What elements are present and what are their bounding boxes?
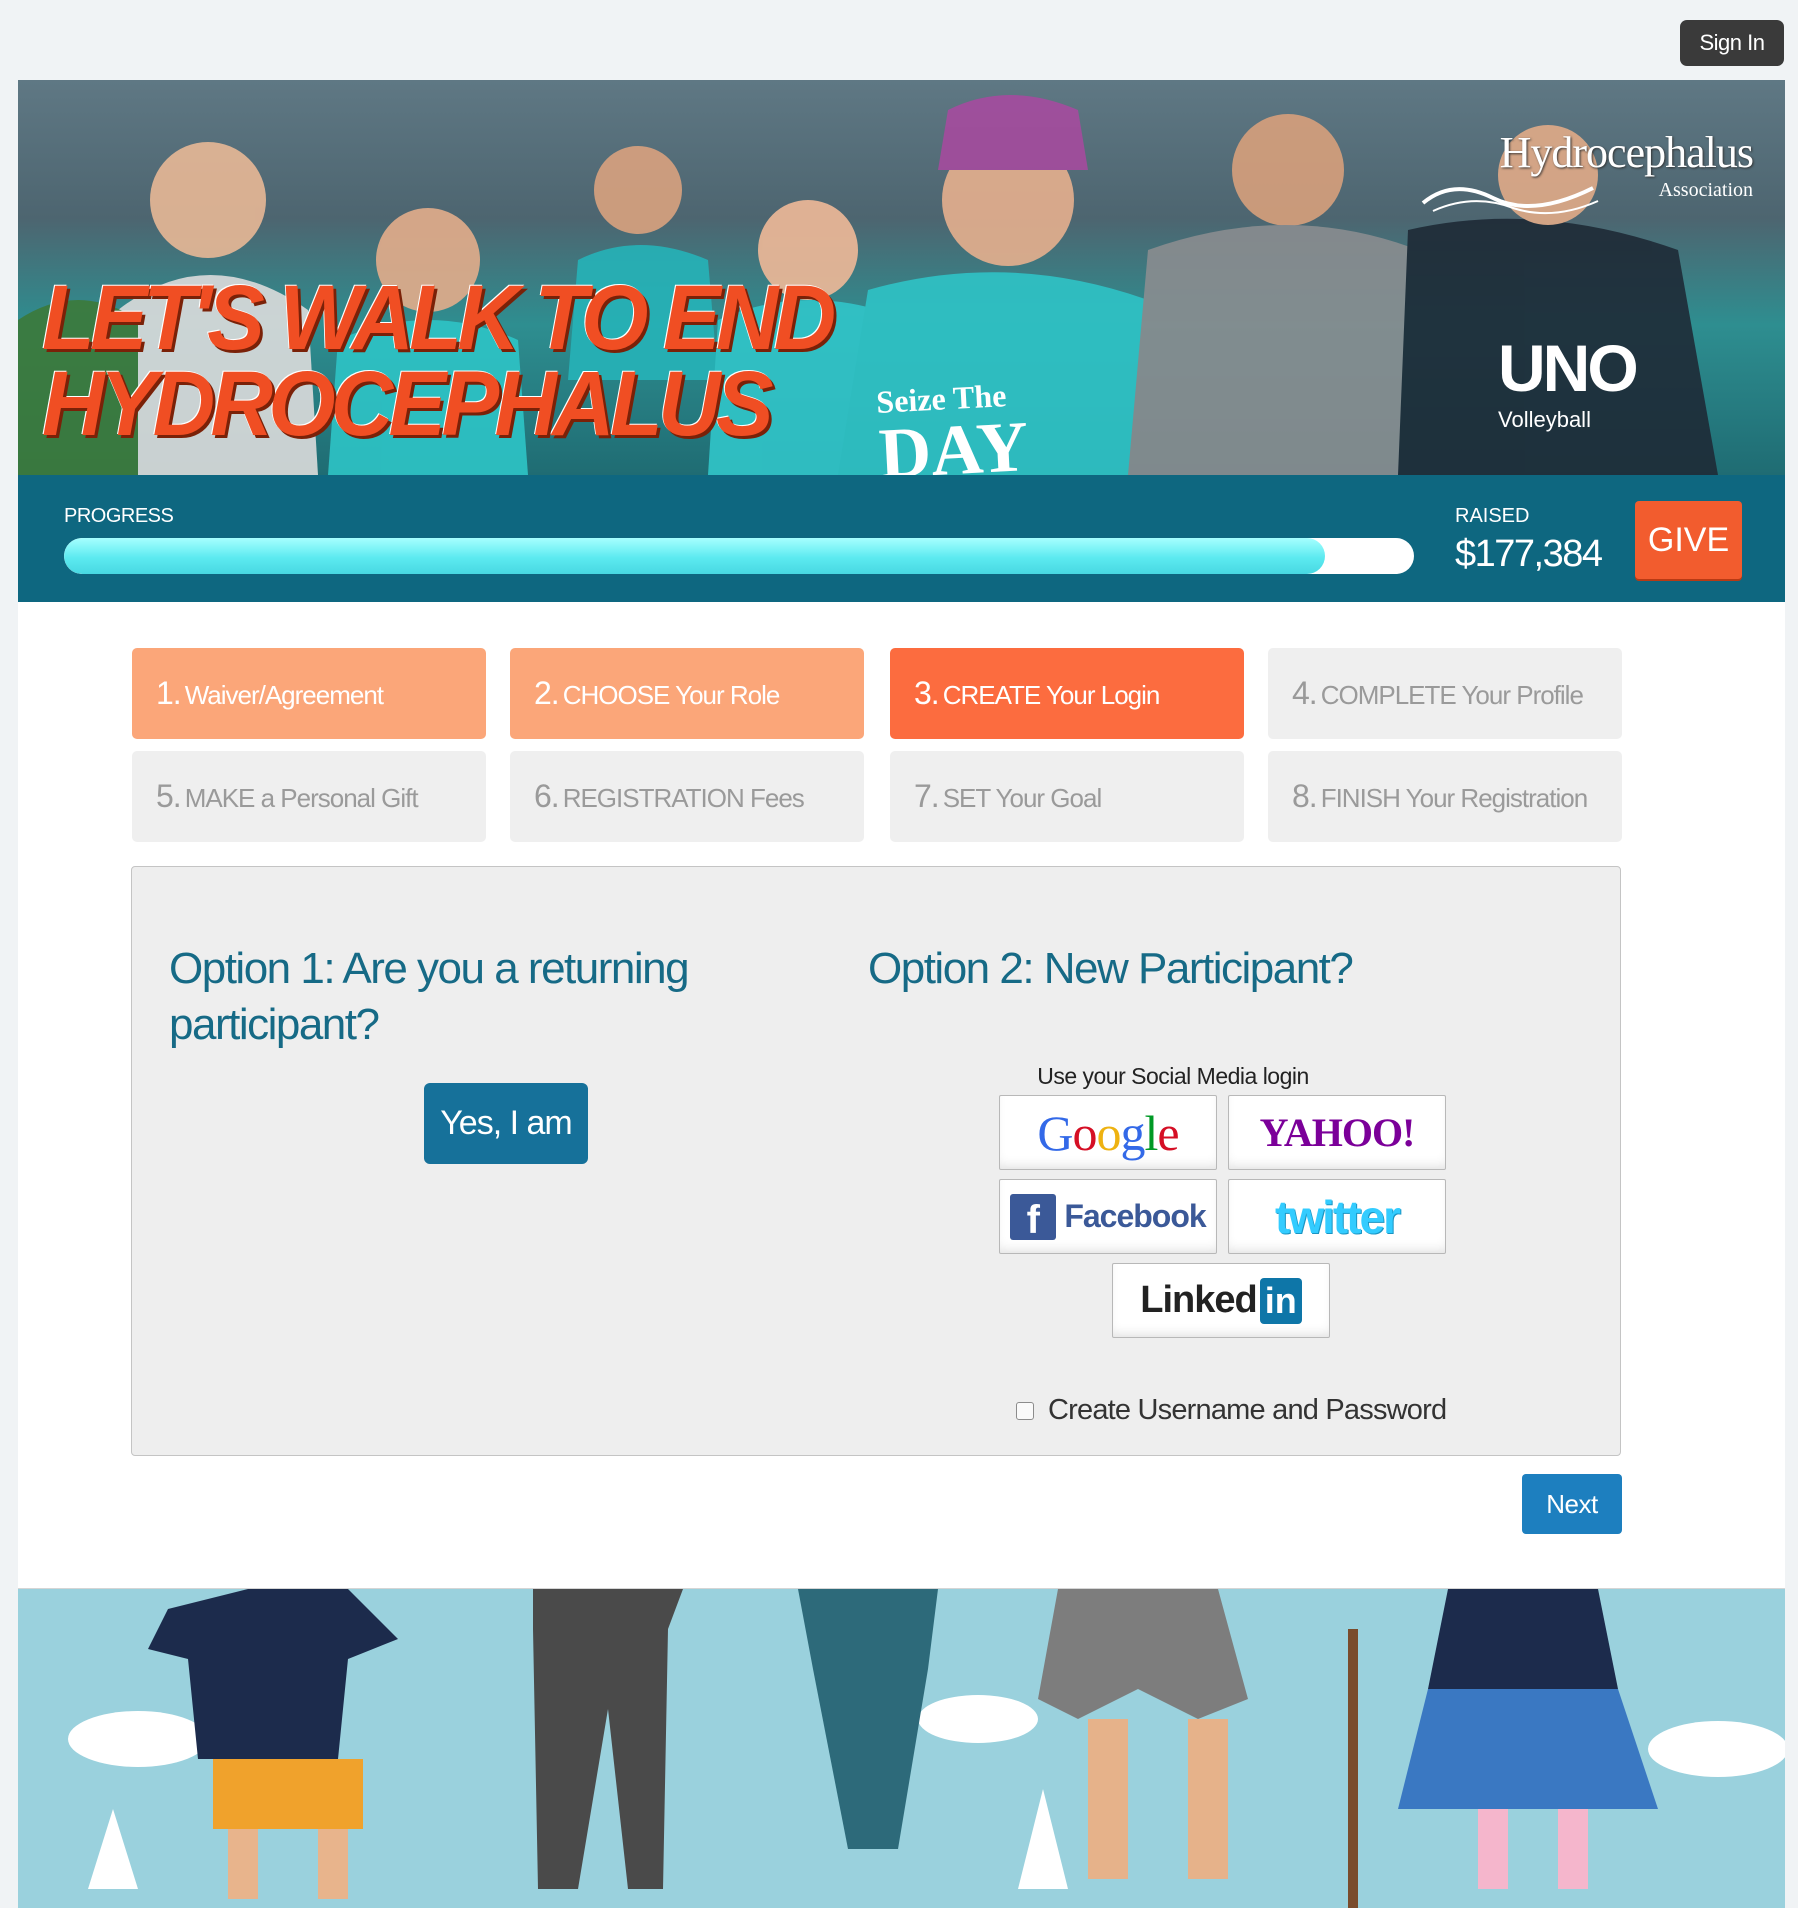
uno-shirt-text: UNO Volleyball xyxy=(1498,331,1639,433)
logo-swirl-icon xyxy=(1421,186,1599,215)
step-4: 4. COMPLETE Your Profile xyxy=(1268,648,1622,739)
illustration-svg xyxy=(68,1589,1785,1908)
step-number: 2. xyxy=(534,675,560,711)
progress-label: PROGRESS xyxy=(64,505,174,527)
step-6: 6. REGISTRATION Fees xyxy=(510,751,864,842)
linkedin-login-button[interactable]: Linked in xyxy=(1112,1263,1330,1338)
hero-headline-line1: LET'S WALK TO END xyxy=(42,267,836,369)
step-label: COMPLETE Your Profile xyxy=(1320,680,1584,710)
step-label: REGISTRATION Fees xyxy=(562,783,805,813)
progress-fill xyxy=(64,538,1325,574)
option2-title: Option 2: New Participant? xyxy=(868,944,1354,993)
walkers-illustration xyxy=(18,1588,1785,1908)
step-label: CHOOSE Your Role xyxy=(562,680,781,710)
uno-small: Volleyball xyxy=(1498,407,1591,432)
shirt-line2: DAY xyxy=(876,406,1031,475)
step-label: CREATE Your Login xyxy=(942,680,1161,710)
google-login-button[interactable]: Google xyxy=(999,1095,1217,1170)
step-5: 5. MAKE a Personal Gift xyxy=(132,751,486,842)
shirt-text: Seize The DAY xyxy=(875,376,1030,475)
create-account-row: Create Username and Password xyxy=(1016,1394,1447,1427)
google-logo: Google xyxy=(1037,1104,1179,1161)
uno-big: UNO xyxy=(1498,331,1639,405)
raised-amount: $177,384 xyxy=(1455,533,1603,575)
step-number: 6. xyxy=(534,778,560,814)
raised-label: RAISED xyxy=(1455,505,1530,527)
yahoo-logo: YAHOO! xyxy=(1259,1110,1416,1155)
logo-name: Hydrocephalus xyxy=(1499,128,1754,177)
step-number: 1. xyxy=(156,675,182,711)
facebook-login-button[interactable]: f Facebook xyxy=(999,1179,1217,1254)
hero-banner: LET'S WALK TO END HYDROCEPHALUS Seize Th… xyxy=(18,80,1785,475)
hero-headline: LET'S WALK TO END HYDROCEPHALUS xyxy=(42,267,836,455)
sign-in-button[interactable]: Sign In xyxy=(1680,20,1784,66)
yahoo-login-button[interactable]: YAHOO! xyxy=(1228,1095,1446,1170)
create-account-label[interactable]: Create Username and Password xyxy=(1048,1394,1447,1427)
step-label: Waiver/Agreement xyxy=(184,680,384,710)
step-number: 7. xyxy=(914,778,940,814)
progress-bar xyxy=(64,538,1414,574)
yes-returning-button[interactable]: Yes, I am xyxy=(424,1083,588,1164)
step-1[interactable]: 1. Waiver/Agreement xyxy=(132,648,486,739)
step-label: SET Your Goal xyxy=(942,783,1103,813)
step-number: 3. xyxy=(914,675,940,711)
linkedin-label: Linked xyxy=(1140,1279,1257,1321)
social-login-label: Use your Social Media login xyxy=(1037,1063,1309,1089)
twitter-logo: twitter xyxy=(1275,1190,1401,1243)
page-container: LET'S WALK TO END HYDROCEPHALUS Seize Th… xyxy=(18,80,1785,1908)
step-7: 7. SET Your Goal xyxy=(890,751,1244,842)
twitter-login-button[interactable]: twitter xyxy=(1228,1179,1446,1254)
give-button[interactable]: GIVE xyxy=(1635,501,1742,579)
option1-title: Option 1: Are you a returning participan… xyxy=(169,944,690,1049)
linkedin-in-icon: in xyxy=(1259,1277,1302,1324)
step-number: 8. xyxy=(1292,778,1318,814)
next-button[interactable]: Next xyxy=(1522,1474,1622,1534)
association-logo: Hydrocephalus Association xyxy=(1413,115,1754,225)
login-options-panel: Option 1: Are you a returning participan… xyxy=(131,866,1621,1456)
step-8: 8. FINISH Your Registration xyxy=(1268,751,1622,842)
step-2[interactable]: 2. CHOOSE Your Role xyxy=(510,648,864,739)
step-label: FINISH Your Registration xyxy=(1320,783,1588,813)
step-3[interactable]: 3. CREATE Your Login xyxy=(890,648,1244,739)
facebook-icon: f xyxy=(1010,1193,1057,1242)
step-label: MAKE a Personal Gift xyxy=(184,783,419,813)
logo-sub: Association xyxy=(1658,179,1753,201)
step-number: 4. xyxy=(1292,675,1318,711)
create-account-checkbox[interactable] xyxy=(1016,1401,1034,1420)
progress-band: PROGRESS RAISED $177,384 GIVE xyxy=(18,475,1785,602)
facebook-label: Facebook xyxy=(1064,1198,1206,1234)
hero-headline-line2: HYDROCEPHALUS xyxy=(42,353,774,455)
step-number: 5. xyxy=(156,778,182,814)
